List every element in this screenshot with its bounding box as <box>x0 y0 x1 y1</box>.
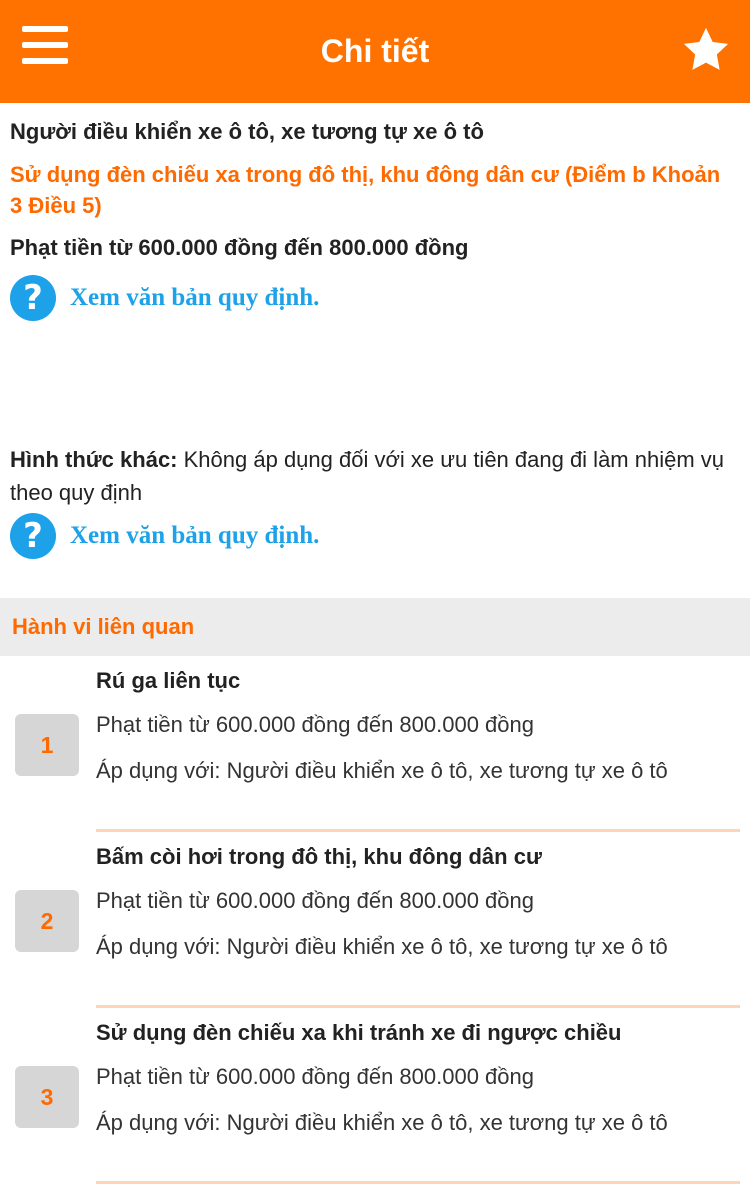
item-apply: Áp dụng với: Người điều khiển xe ô tô, x… <box>96 758 668 783</box>
item-name: Rú ga liên tục <box>96 668 241 693</box>
menu-icon[interactable] <box>22 26 68 72</box>
item-name: Sử dụng đèn chiếu xa khi tránh xe đi ngư… <box>96 1020 622 1045</box>
item-apply: Áp dụng với: Người điều khiển xe ô tô, x… <box>96 1110 668 1135</box>
related-section-header: Hành vi liên quan <box>0 598 750 656</box>
view-regulation-text: Xem văn bản quy định. <box>70 284 320 311</box>
item-number-badge: 3 <box>15 1066 79 1128</box>
subject-text: Người điều khiển xe ô tô, xe tương tự xe… <box>10 119 484 144</box>
item-fine: Phạt tiền từ 600.000 đồng đến 800.000 đồ… <box>96 888 534 913</box>
question-icon: ? <box>10 513 56 559</box>
question-icon: ? <box>10 275 56 321</box>
other-penalty: Hình thức khác: Không áp dụng đối với xe… <box>10 443 735 509</box>
other-penalty-label: Hình thức khác: <box>10 447 178 472</box>
fine-text: Phạt tiền từ 600.000 đồng đến 800.000 đồ… <box>10 235 469 260</box>
item-fine: Phạt tiền từ 600.000 đồng đến 800.000 đồ… <box>96 712 534 737</box>
item-name: Bấm còi hơi trong đô thị, khu đông dân c… <box>96 844 542 869</box>
violation-title: Sử dụng đèn chiếu xa trong đô thị, khu đ… <box>10 162 721 218</box>
item-number-badge: 2 <box>15 890 79 952</box>
view-regulation-link-2[interactable]: ? Xem văn bản quy định. <box>10 513 319 559</box>
related-section-title: Hành vi liên quan <box>12 614 195 639</box>
item-apply: Áp dụng với: Người điều khiển xe ô tô, x… <box>96 934 668 959</box>
top-app-bar: Chi tiết <box>0 0 750 103</box>
related-item[interactable]: 3 Sử dụng đèn chiếu xa khi tránh xe đi n… <box>0 1008 750 1184</box>
item-divider <box>96 1181 740 1184</box>
item-fine: Phạt tiền từ 600.000 đồng đến 800.000 đồ… <box>96 1064 534 1089</box>
related-item[interactable]: 1 Rú ga liên tục Phạt tiền từ 600.000 đồ… <box>0 656 750 832</box>
view-regulation-link[interactable]: ? Xem văn bản quy định. <box>10 275 319 321</box>
view-regulation-text: Xem văn bản quy định. <box>70 522 320 549</box>
star-icon[interactable] <box>680 24 732 76</box>
item-number-badge: 1 <box>15 714 79 776</box>
related-item[interactable]: 2 Bấm còi hơi trong đô thị, khu đông dân… <box>0 832 750 1008</box>
page-title: Chi tiết <box>320 33 430 69</box>
